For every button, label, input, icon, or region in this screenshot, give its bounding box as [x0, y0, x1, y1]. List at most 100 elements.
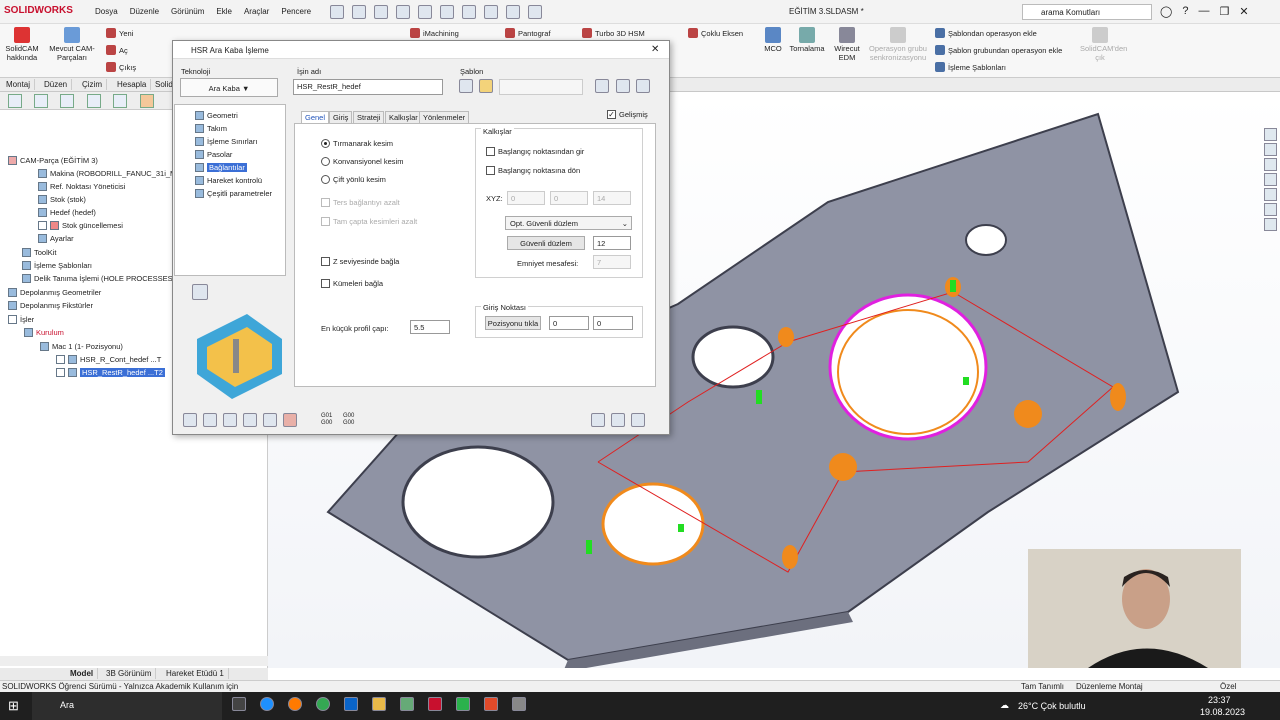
select-icon[interactable] [462, 5, 476, 19]
nav-tool[interactable]: Takım [195, 124, 227, 133]
menu-view[interactable]: Görünüm [171, 7, 204, 16]
save-template-icon[interactable] [459, 79, 473, 93]
operation-group-button[interactable]: Operasyon grubu senkronizasyonu [866, 27, 930, 62]
turbo-hsm-button[interactable]: Turbo 3D HSM [582, 28, 645, 38]
menu-tools[interactable]: Araçlar [244, 7, 269, 16]
rebuild-icon[interactable] [484, 5, 498, 19]
go-start-checkbox[interactable]: Başlangıç noktasından gir [486, 147, 584, 156]
turning-button[interactable]: Tornalama [788, 27, 826, 53]
feature-tree-icon[interactable] [8, 94, 22, 108]
reduce-reverse-checkbox[interactable]: Ters bağlantıyı azalt [321, 198, 400, 207]
task-view-icon[interactable] [232, 697, 246, 711]
nav-limits[interactable]: İşleme Sınırları [195, 137, 257, 146]
explorer-icon[interactable] [372, 697, 386, 711]
pick-position-button[interactable]: Pozisyonu tıkla [485, 316, 541, 330]
print-icon[interactable] [418, 5, 432, 19]
solidcam-manager-icon[interactable] [140, 94, 154, 108]
weather-text[interactable]: 26°C Çok bulutlu [1018, 701, 1086, 711]
config-manager-icon[interactable] [60, 94, 74, 108]
resources-icon[interactable] [1264, 128, 1277, 141]
tool-preview-icon[interactable] [616, 79, 630, 93]
open-file-icon[interactable] [374, 5, 388, 19]
safety-distance-field[interactable]: 7 [593, 255, 631, 269]
tree-item[interactable]: Stok (stok) [38, 195, 86, 204]
tab-retracts[interactable]: Kalkışlar [385, 111, 422, 123]
save-calc-close-icon[interactable] [263, 413, 277, 427]
menu-insert[interactable]: Ekle [216, 7, 232, 16]
taskbar-search[interactable]: Ara [32, 692, 222, 720]
exit-icon[interactable] [631, 413, 645, 427]
return-start-checkbox[interactable]: Başlangıç noktasına dön [486, 166, 580, 175]
safe-plane-field[interactable]: 12 [593, 236, 631, 250]
tab-3d-view[interactable]: 3B Görünüm [102, 668, 157, 679]
app-icon[interactable] [512, 697, 526, 711]
tab-evaluate[interactable]: Hesapla [113, 79, 152, 90]
tree-item[interactable]: Delik Tanıma İşlemi (HOLE PROCESSES - SC [22, 274, 190, 283]
imachining-button[interactable]: iMachining [410, 28, 459, 38]
help-icon[interactable]: ? [1182, 5, 1188, 18]
unit-system[interactable]: Özel [1220, 682, 1236, 691]
multi-axis-button[interactable]: Çoklu Eksen [688, 28, 743, 38]
checkbox-icon[interactable] [38, 221, 47, 230]
menu-file[interactable]: Dosya [95, 7, 118, 16]
info-icon[interactable] [595, 79, 609, 93]
safe-plane-button[interactable]: Güvenli düzlem [507, 236, 585, 250]
user-icon[interactable]: ◯ [1160, 5, 1172, 18]
xyz-y-field[interactable]: 0 [550, 191, 588, 205]
windows-start-icon[interactable]: ⊞ [8, 698, 19, 714]
tab-model[interactable]: Model [66, 668, 99, 679]
new-button[interactable]: Yeni [106, 28, 133, 38]
dim-expert-icon[interactable] [87, 94, 101, 108]
clock-time[interactable]: 23:37 [1208, 695, 1231, 705]
tab-strategy[interactable]: Strateji [353, 111, 385, 123]
nav-passes[interactable]: Pasolar [195, 150, 232, 159]
layout-icon[interactable] [192, 284, 208, 300]
tree-item[interactable]: Depolanmış Geometriler [8, 288, 101, 297]
options-gear-icon[interactable] [528, 5, 542, 19]
gcode-g01-button[interactable]: G01 G00 [321, 413, 335, 427]
save-icon[interactable] [396, 5, 410, 19]
tab-assembly[interactable]: Montaj [2, 79, 36, 90]
tab-orientations[interactable]: Yönlenmeler [419, 111, 470, 123]
new-file-icon[interactable] [352, 5, 366, 19]
tree-item[interactable]: Ref. Noktası Yöneticisi [38, 182, 125, 191]
tab-layout[interactable]: Düzen [40, 79, 73, 90]
tab-general[interactable]: Genel [301, 111, 330, 123]
machining-templates-button[interactable]: İşleme Şablonları [935, 62, 1006, 72]
command-search-input[interactable]: arama Komutları [1022, 4, 1152, 20]
menu-window[interactable]: Pencere [281, 7, 311, 16]
reduce-full-checkbox[interactable]: Tam çapta kesimleri azalt [321, 217, 417, 226]
tree-item[interactable]: Mac 1 (1- Pozisyonu) [40, 342, 123, 351]
advanced-checkbox[interactable]: ✓ Gelişmiş [607, 110, 648, 119]
chrome-icon[interactable] [316, 697, 330, 711]
nav-geometry[interactable]: Geometri [195, 111, 238, 120]
property-manager-icon[interactable] [34, 94, 48, 108]
file-explorer-icon[interactable] [1264, 158, 1277, 171]
appearances-icon[interactable] [1264, 188, 1277, 201]
solidcam-about-button[interactable]: SolidCAM hakkında [2, 27, 42, 62]
xyz-z-field[interactable]: 14 [593, 191, 631, 205]
tab-sketch[interactable]: Çizim [78, 79, 107, 90]
camtasia-icon[interactable] [456, 697, 470, 711]
conventional-radio[interactable]: Konvansiyonel kesim [321, 157, 403, 166]
tab-motion-study[interactable]: Hareket Etüdü 1 [162, 668, 229, 679]
view-palette-icon[interactable] [1264, 173, 1277, 186]
tree-item[interactable]: Kurulum [24, 328, 64, 337]
save-calc-icon[interactable] [203, 413, 217, 427]
mco-button[interactable]: MCO [760, 27, 786, 53]
wire-edm-button[interactable]: Wirecut EDM [830, 27, 864, 62]
tree-item[interactable]: İşler [8, 315, 34, 324]
checkbox-icon[interactable] [56, 368, 65, 377]
tree-item[interactable]: Makina (ROBODRILL_FANUC_31i_MO [38, 169, 182, 178]
entry-x-field[interactable]: 0 [549, 316, 589, 330]
checkbox-icon[interactable] [56, 355, 65, 364]
delete-icon[interactable] [611, 413, 625, 427]
template-field[interactable] [499, 79, 583, 95]
dialog-close-icon[interactable]: ✕ [651, 44, 659, 55]
nav-misc[interactable]: Çeşitli parametreler [195, 189, 272, 198]
opt-plane-select[interactable]: Opt. Güvenli düzlem ⌄ [505, 216, 632, 230]
template-group-add-button[interactable]: Şablon grubundan operasyon ekle [935, 45, 1062, 55]
tree-item[interactable]: Stok güncellemesi [38, 221, 123, 230]
tree-item[interactable]: ToolKit [22, 248, 57, 257]
calculator-icon[interactable] [400, 697, 414, 711]
